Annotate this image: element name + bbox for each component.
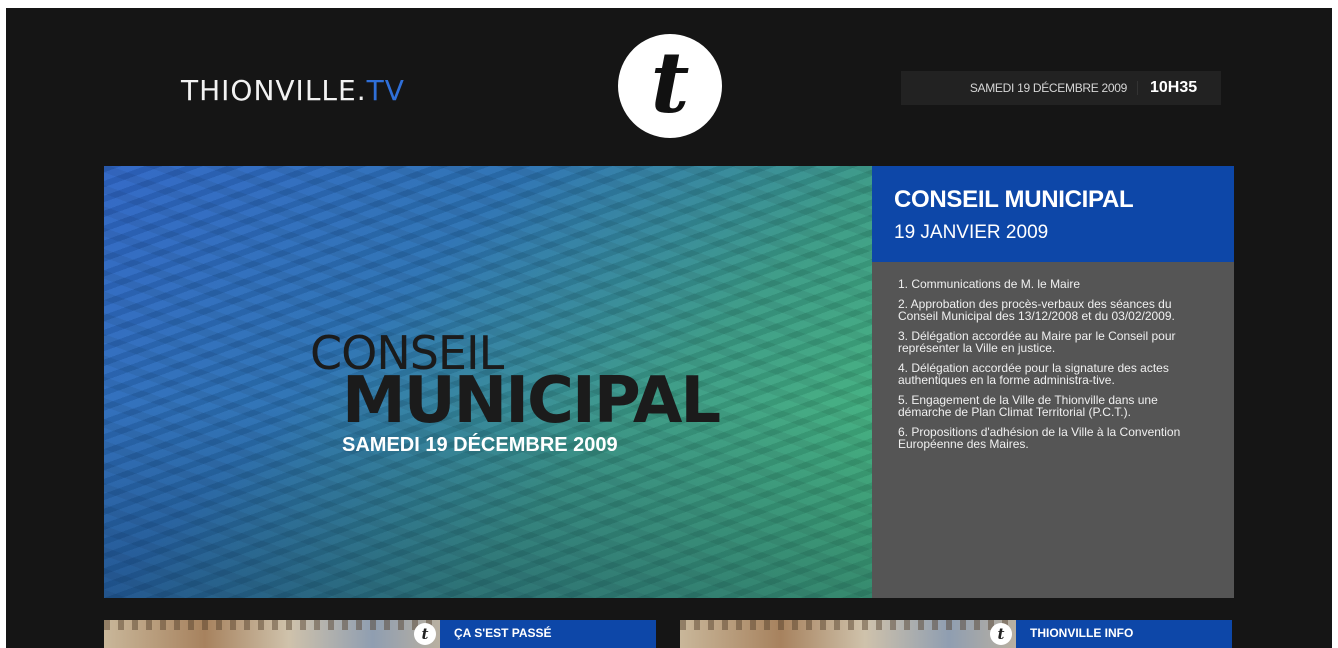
date-time-box: SAMEDI 19 DÉCEMBRE 2009 10H35 — [901, 71, 1221, 105]
hero-banner[interactable]: CONSEIL MUNICIPAL SAMEDI 19 DÉCEMBRE 200… — [104, 166, 872, 598]
hero-title-line2: MUNICIPAL — [342, 364, 721, 438]
logo-letter: t — [650, 33, 690, 132]
program-label: THIONVILLE INFO — [1030, 626, 1134, 640]
program-thumbnail — [104, 620, 440, 648]
agenda-item: 3. Délégation accordée au Maire par le C… — [898, 329, 1176, 355]
thumbnail-detail — [680, 620, 1016, 630]
current-date: SAMEDI 19 DÉCEMBRE 2009 — [901, 81, 1138, 95]
agenda-list-panel: 1. Communications de M. le Maire 2. Appr… — [872, 262, 1234, 598]
brand-suffix: TV — [366, 74, 405, 107]
channel-logo-icon: t — [618, 34, 722, 138]
agenda-item: 2. Approbation des procès-verbaux des sé… — [898, 297, 1175, 323]
hero-subtitle: SAMEDI 19 DÉCEMBRE 2009 — [342, 434, 618, 456]
channel-badge-icon: t — [990, 623, 1012, 645]
channel-badge-icon: t — [414, 623, 436, 645]
agenda-date: 19 JANVIER 2009 — [894, 222, 1049, 243]
program-label-box: THIONVILLE INFO — [1016, 620, 1232, 648]
agenda-item: 1. Communications de M. le Maire — [898, 277, 1081, 291]
current-time: 10H35 — [1150, 79, 1198, 96]
thumbnail-detail — [104, 620, 440, 630]
brand-logo-text: THIONVILLE.TV — [181, 74, 405, 107]
agenda-item: 4. Délégation accordée pour la signature… — [898, 361, 1169, 387]
program-label-box: ÇA S'EST PASSÉ — [440, 620, 656, 648]
program-label: ÇA S'EST PASSÉ — [454, 626, 552, 640]
agenda-list: 1. Communications de M. le Maire 2. Appr… — [872, 262, 1234, 450]
agenda-header: CONSEIL MUNICIPAL 19 JANVIER 2009 — [872, 166, 1234, 262]
agenda-item: 6. Propositions d'adhésion de la Ville à… — [898, 425, 1181, 451]
tv-screen: THIONVILLE.TV t SAMEDI 19 DÉCEMBRE 2009 … — [6, 8, 1332, 648]
program-thumbnail — [680, 620, 1016, 648]
agenda-item: 5. Engagement de la Ville de Thionville … — [898, 393, 1158, 419]
agenda-title: CONSEIL MUNICIPAL — [894, 186, 1134, 213]
brand-main: THIONVILLE. — [181, 74, 367, 107]
